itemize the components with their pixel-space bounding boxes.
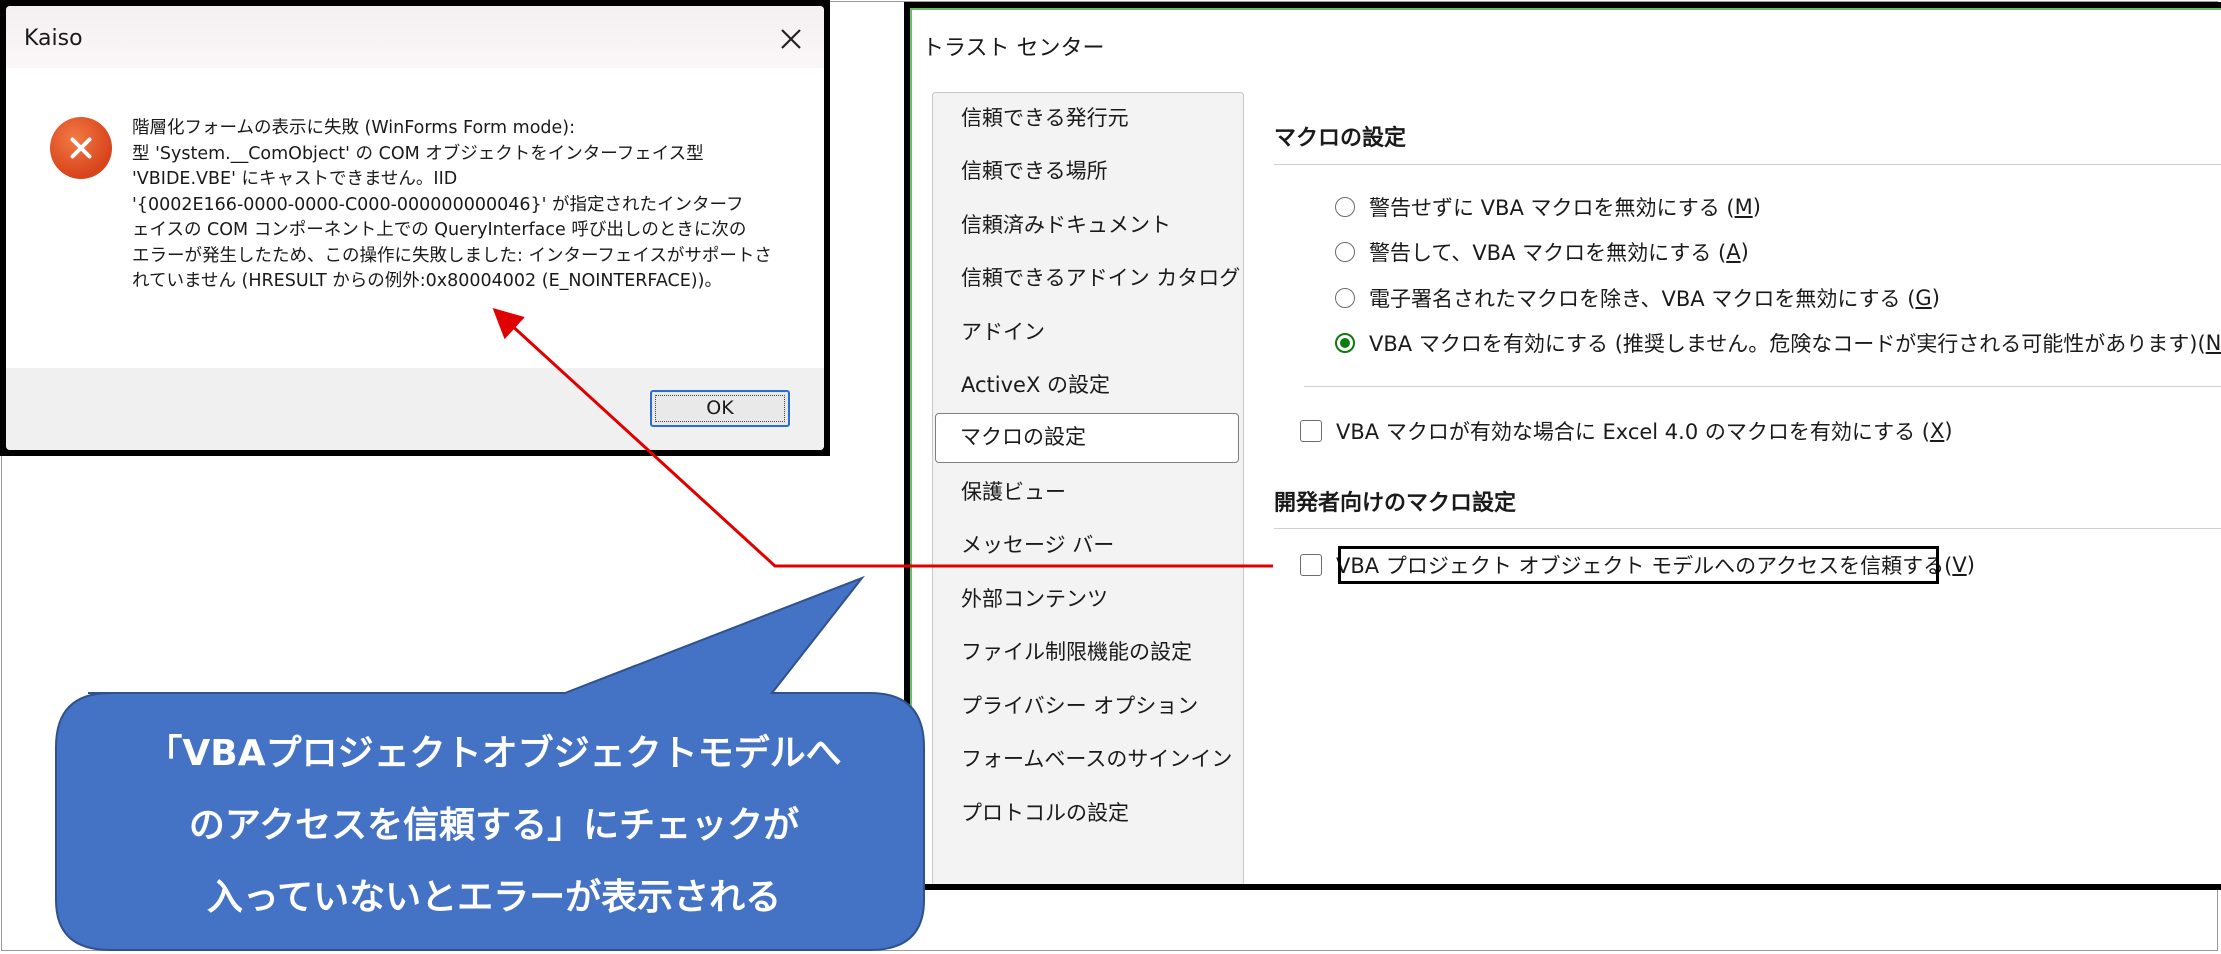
checkbox[interactable]	[1300, 420, 1322, 442]
ok-button[interactable]: OK	[650, 390, 790, 427]
error-message-line: '{0002E166-0000-0000-C000-000000000046}'…	[132, 194, 744, 215]
error-dialog-body: Kaiso 階層化フォームの表示に失敗 (WinForms Form mode)…	[6, 6, 824, 450]
option-label-end: )	[1966, 553, 1975, 577]
nav-item-form-based-signin[interactable]: フォームベースのサインイン	[935, 734, 1239, 784]
option-label: VBA マクロを有効にする (推奨しません。危険なコードが実行される可能性があり…	[1369, 332, 2206, 356]
callout-line: 「VBAプロジェクトオブジェクトモデルへ	[146, 733, 842, 774]
callout-line: 入っていないとエラーが表示される	[206, 877, 782, 918]
error-message-line: 型 'System.__ComObject' の COM オブジェクトをインター…	[132, 143, 704, 164]
nav-item-trusted-documents[interactable]: 信頼済みドキュメント	[935, 200, 1239, 250]
radio-disable-without-notification[interactable]: 警告せずに VBA マクロを無効にする (M)	[1335, 190, 1761, 224]
access-key: A	[1726, 240, 1741, 264]
error-message: 階層化フォームの表示に失敗 (WinForms Form mode): 型 'S…	[132, 116, 782, 295]
error-message-line: エラーが発生したため、この操作に失敗しました: インターフェイスがサポートさ	[132, 245, 772, 266]
error-message-line: 'VBIDE.VBE' にキャストできません。IID	[132, 169, 458, 189]
error-message-line: ェイスの COM コンポーネント上での QueryInterface 呼び出しの…	[132, 220, 747, 240]
option-label: 警告せずに VBA マクロを無効にする (	[1369, 196, 1735, 220]
dialog-title: Kaiso	[24, 26, 83, 51]
access-key: V	[1952, 553, 1967, 577]
macro-settings-heading: マクロの設定	[1274, 126, 1407, 151]
radio-button[interactable]	[1335, 288, 1355, 308]
option-label-end: )	[1944, 419, 1953, 443]
checkbox-trust-vba-object-model[interactable]: VBA プロジェクト オブジェクト モデルへのアクセスを信頼する(V)	[1300, 548, 1975, 582]
nav-item-macro-settings[interactable]: マクロの設定	[935, 413, 1239, 463]
error-message-line: 階層化フォームの表示に失敗 (WinForms Form mode):	[132, 118, 575, 138]
error-icon	[50, 117, 112, 179]
nav-item-external-content[interactable]: 外部コンテンツ	[935, 574, 1239, 624]
option-label-end: )	[1752, 195, 1761, 219]
nav-item-trusted-publishers[interactable]: 信頼できる発行元	[935, 93, 1239, 143]
nav-item-privacy-options[interactable]: プライバシー オプション	[935, 681, 1239, 731]
window-title: トラスト センター	[922, 36, 1105, 61]
divider	[1274, 164, 2221, 165]
error-dialog: Kaiso 階層化フォームの表示に失敗 (WinForms Form mode)…	[0, 0, 830, 456]
access-key: G	[1915, 286, 1932, 310]
developer-macro-settings-heading: 開発者向けのマクロ設定	[1274, 491, 1517, 516]
callout-text: 「VBAプロジェクトオブジェクトモデルへ のアクセスを信頼する」にチェックが 入…	[58, 718, 930, 934]
radio-button-checked[interactable]	[1335, 333, 1355, 353]
trust-center-body: トラスト センター 信頼できる発行元 信頼できる場所 信頼済みドキュメント 信頼…	[910, 8, 2221, 884]
callout-line: のアクセスを信頼する」にチェックが	[188, 805, 800, 846]
dialog-titlebar	[6, 6, 824, 68]
option-label: 電子署名されたマクロを除き、VBA マクロを無効にする (	[1369, 287, 1916, 311]
option-label: VBA プロジェクト オブジェクト モデルへのアクセスを信頼する(	[1336, 554, 1953, 578]
access-key: N	[2205, 331, 2221, 355]
radio-disable-with-notification[interactable]: 警告して、VBA マクロを無効にする (A)	[1335, 235, 1749, 269]
nav-item-trusted-addin-catalogs[interactable]: 信頼できるアドイン カタログ	[935, 253, 1240, 303]
checkbox-enable-excel4-macros[interactable]: VBA マクロが有効な場合に Excel 4.0 のマクロを有効にする (X)	[1300, 414, 1953, 448]
option-label: VBA マクロが有効な場合に Excel 4.0 のマクロを有効にする (	[1336, 420, 1930, 444]
radio-button[interactable]	[1335, 197, 1355, 217]
divider	[1304, 386, 2221, 387]
nav-item-addins[interactable]: アドイン	[935, 307, 1239, 357]
trust-center-window: トラスト センター 信頼できる発行元 信頼できる場所 信頼済みドキュメント 信頼…	[904, 2, 2221, 890]
radio-enable-vba-macros[interactable]: VBA マクロを有効にする (推奨しません。危険なコードが実行される可能性があり…	[1335, 326, 2221, 360]
nav-item-protocol-settings[interactable]: プロトコルの設定	[935, 788, 1239, 838]
radio-disable-except-signed[interactable]: 電子署名されたマクロを除き、VBA マクロを無効にする (G)	[1335, 281, 1940, 315]
checkbox[interactable]	[1300, 554, 1322, 576]
access-key: M	[1734, 195, 1753, 219]
nav-item-file-block-settings[interactable]: ファイル制限機能の設定	[935, 627, 1239, 677]
nav-item-protected-view[interactable]: 保護ビュー	[935, 467, 1239, 517]
nav-item-activex-settings[interactable]: ActiveX の設定	[935, 360, 1239, 410]
option-label-end: )	[1740, 240, 1749, 264]
nav-item-message-bar[interactable]: メッセージ バー	[935, 520, 1239, 570]
error-message-line: れていません (HRESULT からの例外:0x80004002 (E_NOIN…	[132, 271, 722, 291]
option-label: 警告して、VBA マクロを無効にする (	[1369, 241, 1727, 265]
access-key: X	[1929, 419, 1945, 443]
close-icon[interactable]	[772, 20, 810, 58]
radio-button[interactable]	[1335, 242, 1355, 262]
nav-item-trusted-locations[interactable]: 信頼できる場所	[935, 146, 1239, 196]
option-label-end: )	[1931, 286, 1940, 310]
divider	[1274, 528, 2221, 529]
trust-center-nav: 信頼できる発行元 信頼できる場所 信頼済みドキュメント 信頼できるアドイン カタ…	[932, 92, 1244, 884]
